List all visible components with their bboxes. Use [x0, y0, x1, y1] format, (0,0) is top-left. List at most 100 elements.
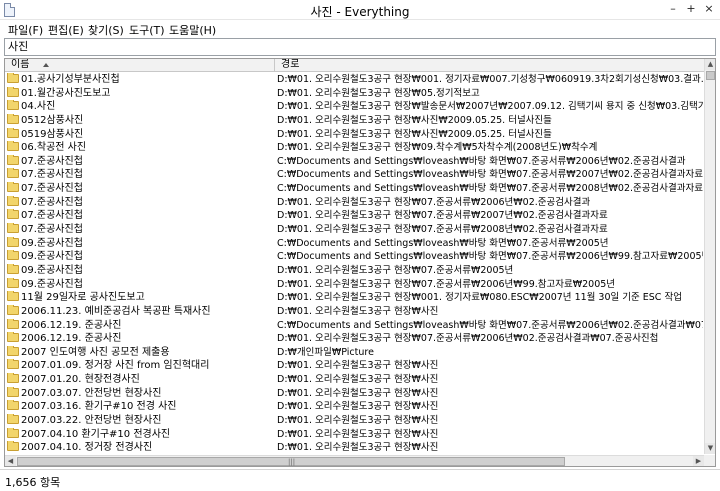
- menu-help[interactable]: 도움말(H): [169, 22, 216, 38]
- list-item[interactable]: 06.착공전 사진 D:₩01. 오리수원철도3공구 현장₩09.착수계₩5차착수…: [5, 141, 704, 155]
- item-name-cell: 2007.04.10 환기구#10 전경사진: [7, 427, 271, 442]
- list-item[interactable]: 07.준공사진첩 D:₩01. 오리수원철도3공구 현장₩07.준공서류₩2006…: [5, 195, 704, 210]
- item-name: 01.공사기성부분사진첩: [21, 74, 120, 85]
- list-item[interactable]: 07.준공사진첩 D:₩01. 오리수원철도3공구 현장₩07.준공서류₩2007…: [5, 209, 704, 223]
- status-bar: 1,656 항목: [0, 469, 720, 491]
- item-name-cell: 07.준공사진첩: [7, 195, 271, 210]
- folder-icon: [7, 154, 19, 165]
- list-item[interactable]: 11월 29일자로 공사진도보고 D:₩01. 오리수원철도3공구 현장₩001.…: [5, 291, 704, 305]
- item-name: 0512삼풍사진: [21, 114, 84, 126]
- list-rows: 01.공사기성부분사진첩 D:₩01. 오리수원철도3공구 현장₩001. 정기자…: [5, 73, 704, 455]
- column-header-path[interactable]: 경로: [275, 59, 704, 71]
- item-path: D:₩01. 오리수원철도3공구 현장₩사진: [277, 401, 439, 413]
- list-item[interactable]: 09.준공사진첩 C:₩Documents and Settings₩loveas…: [5, 236, 704, 251]
- item-path: C:₩Documents and Settings₩loveash₩바탕 화면₩…: [277, 169, 703, 181]
- list-item[interactable]: 2007.03.22. 안전당번 현장사진 D:₩01. 오리수원철도3공구 현장…: [5, 414, 704, 428]
- folder-icon: [7, 127, 19, 138]
- list-item[interactable]: 07.준공사진첩 C:₩Documents and Settings₩loveas…: [5, 182, 704, 196]
- item-path: D:₩01. 오리수원철도3공구 현장₩사진: [277, 374, 439, 386]
- list-item[interactable]: 07.준공사진첩 D:₩01. 오리수원철도3공구 현장₩07.준공서류₩2008…: [5, 223, 704, 237]
- folder-icon: [7, 168, 19, 179]
- folder-icon: [7, 250, 19, 261]
- horizontal-scrollbar[interactable]: ◀ ||| ▶: [5, 455, 704, 466]
- item-name-cell: 2007.01.20. 현장전경사진: [7, 373, 271, 387]
- list-item[interactable]: 2007.04.10 환기구#10 전경사진 D:₩01. 오리수원철도3공구 현…: [5, 427, 704, 442]
- item-path: D:₩01. 오리수원철도3공구 현장₩07.준공서류₩2007년₩02.준공검…: [277, 210, 608, 222]
- list-item[interactable]: 0519삼풍사진 D:₩01. 오리수원철도3공구 현장₩사진₩2009.05.2…: [5, 127, 704, 142]
- item-path: D:₩01. 오리수원철도3공구 현장₩사진₩2009.05.25. 터널사진들: [277, 114, 552, 126]
- item-path: D:₩01. 오리수원철도3공구 현장₩사진: [277, 360, 439, 372]
- list-item[interactable]: 2006.12.19. 준공사진 D:₩01. 오리수원철도3공구 현장₩07.준…: [5, 332, 704, 346]
- scrollbar-corner: [704, 455, 715, 466]
- menu-tools[interactable]: 도구(T): [129, 22, 165, 38]
- item-name-cell: 2007 인도여행 사진 공모전 제출용: [7, 345, 271, 360]
- item-name: 07.준공사진첩: [21, 183, 83, 195]
- folder-icon: [7, 427, 19, 438]
- list-item[interactable]: 2007.03.07. 안전당번 현장사진 D:₩01. 오리수원철도3공구 현장…: [5, 386, 704, 401]
- item-name-cell: 2007.03.07. 안전당번 현장사진: [7, 386, 271, 401]
- folder-icon: [7, 277, 19, 288]
- list-item[interactable]: 09.준공사진첩 C:₩Documents and Settings₩loveas…: [5, 250, 704, 264]
- scroll-down-icon[interactable]: ▼: [705, 443, 715, 454]
- item-path: D:₩01. 오리수원철도3공구 현장₩사진: [277, 387, 439, 399]
- item-name: 09.준공사진첩: [21, 278, 83, 290]
- item-name-cell: 01.월간공사진도보고: [7, 86, 271, 101]
- item-name-cell: 07.준공사진첩: [7, 223, 271, 237]
- item-name: 07.준공사진첩: [21, 196, 83, 208]
- menu-search[interactable]: 찾기(S): [88, 22, 124, 38]
- folder-icon: [7, 182, 19, 193]
- folder-icon: [7, 386, 19, 397]
- item-path: D:₩01. 오리수원철도3공구 현장₩07.준공서류₩2006년₩99.참고자…: [277, 278, 616, 290]
- folder-icon: [7, 414, 19, 425]
- item-path: D:₩01. 오리수원철도3공구 현장₩사진: [277, 415, 439, 427]
- menu-file[interactable]: 파일(F): [8, 22, 43, 38]
- close-button[interactable]: ×: [702, 2, 716, 16]
- vertical-scrollbar[interactable]: ▲ ▼: [704, 59, 715, 454]
- list-item[interactable]: 07.준공사진첩 C:₩Documents and Settings₩loveas…: [5, 168, 704, 182]
- item-name-cell: 2007.03.22. 안전당번 현장사진: [7, 414, 271, 428]
- list-item[interactable]: 01.월간공사진도보고 D:₩01. 오리수원철도3공구 현장₩05.정기적보고: [5, 86, 704, 101]
- list-item[interactable]: 2007 인도여행 사진 공모전 제출용 D:₩개인파일₩Picture: [5, 345, 704, 360]
- search-input[interactable]: 사진: [4, 38, 716, 56]
- window-title: 사진 - Everything: [310, 5, 410, 19]
- item-name-cell: 2006.12.19. 준공사진: [7, 318, 271, 333]
- list-item[interactable]: 04.사진 D:₩01. 오리수원철도3공구 현장₩발송문서₩2007년₩2007…: [5, 100, 704, 114]
- list-item[interactable]: 2007.04.10. 정거장 전경사진 D:₩01. 오리수원철도3공구 현장₩…: [5, 441, 704, 455]
- vertical-scroll-thumb[interactable]: [706, 71, 715, 80]
- scroll-up-icon[interactable]: ▲: [705, 59, 715, 70]
- list-item[interactable]: 09.준공사진첩 D:₩01. 오리수원철도3공구 현장₩07.준공서류₩2006…: [5, 277, 704, 292]
- list-item[interactable]: 01.공사기성부분사진첩 D:₩01. 오리수원철도3공구 현장₩001. 정기자…: [5, 73, 704, 87]
- item-name-cell: 01.공사기성부분사진첩: [7, 73, 271, 87]
- item-name: 2006.12.19. 준공사진: [21, 319, 122, 331]
- list-item[interactable]: 2006.12.19. 준공사진 C:₩Documents and Setting…: [5, 318, 704, 333]
- scroll-left-icon[interactable]: ◀: [5, 456, 16, 466]
- horizontal-scroll-thumb[interactable]: |||: [17, 457, 565, 466]
- scroll-right-icon[interactable]: ▶: [693, 456, 704, 466]
- list-item[interactable]: 2006.11.23. 예비준공검사 복공판 특재사진 D:₩01. 오리수원철도…: [5, 304, 704, 319]
- item-path: D:₩01. 오리수원철도3공구 현장₩07.준공서류₩2006년₩02.준공검…: [277, 333, 659, 345]
- item-name-cell: 09.준공사진첩: [7, 236, 271, 251]
- menu-edit[interactable]: 편집(E): [48, 22, 84, 38]
- item-path: D:₩01. 오리수원철도3공구 현장₩07.준공서류₩2008년₩02.준공검…: [277, 224, 608, 236]
- list-item[interactable]: 0512삼풍사진 D:₩01. 오리수원철도3공구 현장₩사진₩2009.05.2…: [5, 113, 704, 128]
- item-name-cell: 07.준공사진첩: [7, 209, 271, 223]
- list-item[interactable]: 2007.01.20. 현장전경사진 D:₩01. 오리수원철도3공구 현장₩사진: [5, 373, 704, 387]
- item-name-cell: 0512삼풍사진: [7, 113, 271, 128]
- item-name: 2007.03.22. 안전당번 현장사진: [21, 415, 162, 427]
- list-item[interactable]: 09.준공사진첩 D:₩01. 오리수원철도3공구 현장₩07.준공서류₩2005…: [5, 263, 704, 278]
- item-path: D:₩01. 오리수원철도3공구 현장₩사진₩2009.05.25. 터널사진들: [277, 128, 552, 140]
- list-item[interactable]: 2007.03.16. 환기구#10 전경 사진 D:₩01. 오리수원철도3공구…: [5, 400, 704, 414]
- item-path: D:₩01. 오리수원철도3공구 현장₩07.준공서류₩2005년: [277, 264, 514, 276]
- folder-icon: [7, 291, 19, 302]
- item-name: 07.준공사진첩: [21, 210, 83, 222]
- folder-icon: [7, 141, 19, 152]
- item-path: D:₩01. 오리수원철도3공구 현장₩사진: [277, 428, 439, 440]
- column-header-name[interactable]: 이름: [5, 59, 275, 71]
- list-item[interactable]: 2007.01.09. 정거장 사진 from 임진혁대리 D:₩01. 오리수원…: [5, 359, 704, 373]
- maximize-button[interactable]: +: [684, 2, 698, 16]
- item-path: D:₩01. 오리수원철도3공구 현장₩사진: [277, 305, 439, 317]
- folder-icon: [7, 400, 19, 411]
- minimize-button[interactable]: –: [666, 2, 680, 16]
- list-item[interactable]: 07.준공사진첩 C:₩Documents and Settings₩loveas…: [5, 154, 704, 169]
- item-name: 09.준공사진첩: [21, 237, 83, 249]
